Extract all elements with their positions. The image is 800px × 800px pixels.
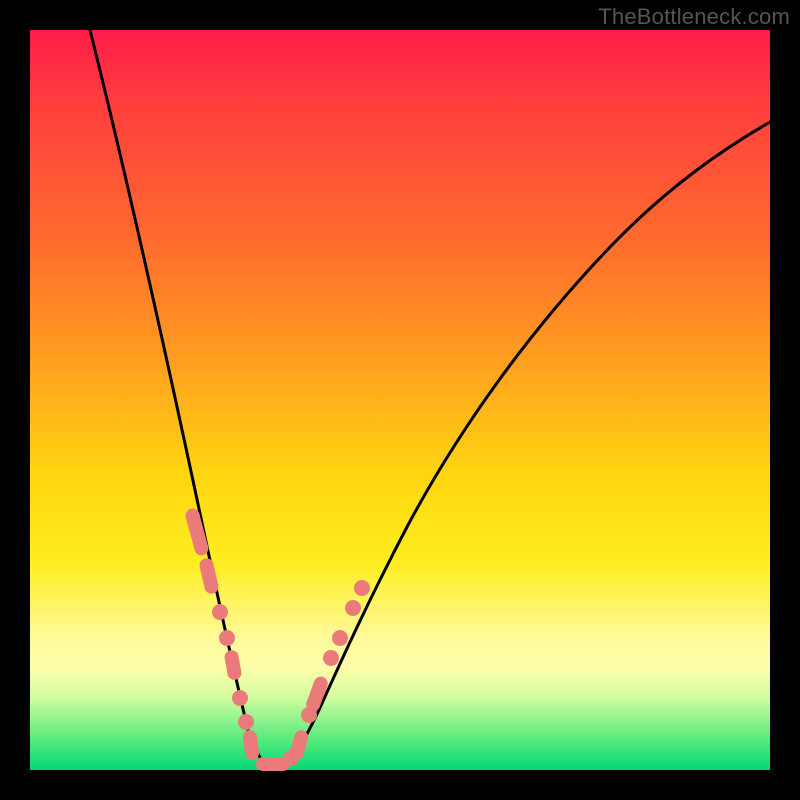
bead-dot [354,580,370,596]
bead-segment [184,507,210,557]
bead-dot [212,604,228,620]
left-curve-beads [184,507,290,771]
bead-dot [232,690,248,706]
curves-layer [30,30,770,770]
left-curve [90,30,272,768]
bead-segment [224,649,243,681]
bead-segment [198,557,220,595]
bead-dot [323,650,339,666]
watermark-text: TheBottleneck.com [598,4,790,30]
bead-dot [238,714,254,730]
right-curve-beads [283,580,370,766]
bead-dot [345,600,361,616]
bead-dot [219,630,235,646]
bead-dot [332,630,348,646]
bead-segment [242,729,260,761]
bead-segment [288,729,310,762]
right-curve [280,122,770,768]
plot-area [30,30,770,770]
chart-frame: TheBottleneck.com [0,0,800,800]
